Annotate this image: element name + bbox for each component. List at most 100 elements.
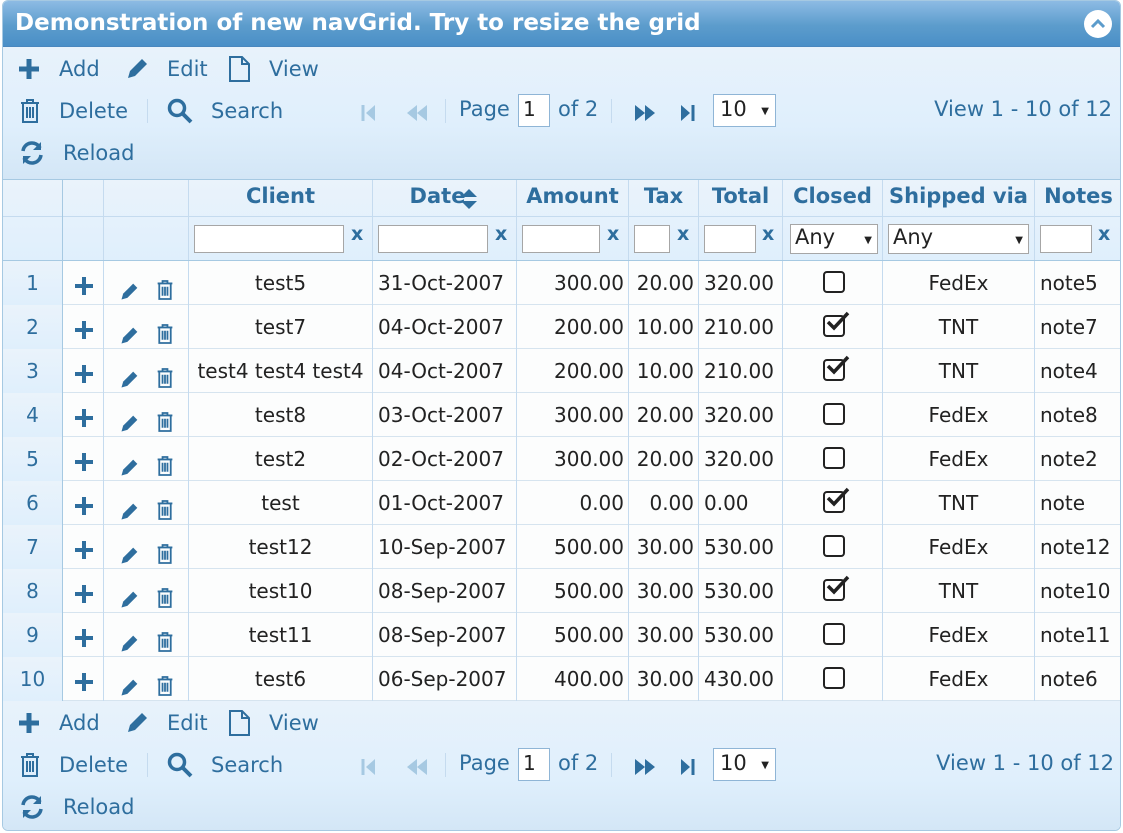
last-page-icon[interactable]	[679, 103, 695, 123]
delete-label: Delete	[59, 99, 128, 123]
edit-row-button[interactable]	[119, 405, 139, 437]
delete-row-button[interactable]	[156, 668, 174, 701]
search-button[interactable]: Search	[167, 93, 283, 129]
clear-filter-button[interactable]: x	[1098, 223, 1110, 245]
page-input[interactable]: 1	[518, 748, 550, 781]
edit-row-button[interactable]	[119, 273, 139, 305]
first-page-icon[interactable]	[361, 757, 377, 777]
clear-filter-button[interactable]: x	[607, 223, 619, 245]
shipped-filter-select[interactable]: Any ▼	[888, 224, 1029, 254]
amount-filter-input[interactable]	[522, 225, 600, 253]
delete-row-button[interactable]	[156, 360, 174, 393]
edit-row-button[interactable]	[119, 669, 139, 701]
edit-button[interactable]: Edit	[125, 705, 208, 741]
next-page-icon[interactable]	[633, 103, 657, 123]
collapse-button[interactable]	[1084, 10, 1112, 38]
delete-row-button[interactable]	[156, 272, 174, 305]
closed-filter-select[interactable]: Any ▼	[790, 224, 878, 254]
add-row-button[interactable]	[63, 481, 104, 525]
column-header-closed[interactable]: Closed Any ▼	[783, 180, 883, 260]
view-button[interactable]: View	[227, 705, 319, 741]
view-button[interactable]: View	[227, 51, 319, 87]
column-header-notes[interactable]: Notes x	[1035, 180, 1120, 260]
reload-button[interactable]: Reload	[19, 135, 134, 171]
table-row[interactable]: 2 test7 04-Oct-2007 200.00 10.00 210.00 TNT not…	[3, 305, 1120, 349]
edit-button[interactable]: Edit	[125, 51, 208, 87]
clear-filter-button[interactable]: x	[495, 223, 507, 245]
prev-page-icon[interactable]	[405, 103, 429, 123]
closed-checkbox[interactable]	[823, 403, 845, 425]
add-row-button[interactable]	[63, 613, 104, 657]
page-input[interactable]: 1	[518, 94, 550, 127]
delete-button[interactable]: Delete	[19, 747, 128, 783]
clear-filter-button[interactable]: x	[677, 223, 689, 245]
column-header-total[interactable]: Total x	[699, 180, 783, 260]
add-row-button[interactable]	[63, 349, 104, 393]
sort-icon[interactable]	[460, 188, 478, 210]
edit-row-button[interactable]	[119, 361, 139, 393]
delete-row-button[interactable]	[156, 316, 174, 349]
grid-title: Demonstration of new navGrid. Try to res…	[15, 10, 701, 36]
column-header-client[interactable]: Client x	[189, 180, 373, 260]
last-page-icon[interactable]	[679, 757, 695, 777]
add-row-button[interactable]	[63, 305, 104, 349]
first-page-icon[interactable]	[361, 103, 377, 123]
edit-row-button[interactable]	[119, 493, 139, 525]
table-row[interactable]: 4 test8 03-Oct-2007 300.00 20.00 320.00 FedEx n…	[3, 393, 1120, 437]
table-row[interactable]: 7 test12 10-Sep-2007 500.00 30.00 530.00 FedEx…	[3, 525, 1120, 569]
closed-checkbox[interactable]	[823, 535, 845, 557]
table-row[interactable]: 3 test4 test4 test4 04-Oct-2007 200.00 10.00…	[3, 349, 1120, 393]
clear-filter-button[interactable]: x	[762, 223, 774, 245]
client-filter-input[interactable]	[194, 225, 344, 253]
closed-checkbox[interactable]	[823, 447, 845, 469]
delete-row-button[interactable]	[156, 624, 174, 657]
delete-row-button[interactable]	[156, 492, 174, 525]
add-row-button[interactable]	[63, 657, 104, 701]
column-header-amount[interactable]: Amount x	[517, 180, 629, 260]
column-header-date[interactable]: Date x	[373, 180, 517, 260]
closed-checkbox[interactable]	[823, 575, 850, 601]
column-header-shipped[interactable]: Shipped via Any ▼	[883, 180, 1035, 260]
table-row[interactable]: 9 test11 08-Sep-2007 500.00 30.00 530.00 FedEx…	[3, 613, 1120, 657]
delete-row-button[interactable]	[156, 580, 174, 613]
add-row-button[interactable]	[63, 525, 104, 569]
clear-filter-button[interactable]: x	[351, 223, 363, 245]
tax-filter-input[interactable]	[634, 225, 670, 253]
add-button[interactable]: Add	[17, 705, 100, 741]
add-row-button[interactable]	[63, 437, 104, 481]
prev-page-icon[interactable]	[405, 757, 429, 777]
closed-checkbox[interactable]	[823, 667, 845, 689]
table-row[interactable]: 8 test10 08-Sep-2007 500.00 30.00 530.00 TNT no…	[3, 569, 1120, 613]
add-row-button[interactable]	[63, 569, 104, 613]
total-filter-input[interactable]	[704, 225, 756, 253]
edit-row-button[interactable]	[119, 449, 139, 481]
delete-row-button[interactable]	[156, 448, 174, 481]
search-button[interactable]: Search	[167, 747, 283, 783]
edit-row-button[interactable]	[119, 317, 139, 349]
add-row-button[interactable]	[63, 261, 104, 305]
reload-button[interactable]: Reload	[19, 789, 134, 825]
closed-checkbox[interactable]	[823, 623, 845, 645]
table-row[interactable]: 6 test 01-Oct-2007 0.00 0.00 0.00 TNT note	[3, 481, 1120, 525]
table-row[interactable]: 5 test2 02-Oct-2007 300.00 20.00 320.00 FedEx n…	[3, 437, 1120, 481]
rows-per-page-select[interactable]: 10 ▼	[713, 94, 776, 127]
closed-checkbox[interactable]	[823, 355, 850, 381]
edit-row-button[interactable]	[119, 581, 139, 613]
add-button[interactable]: Add	[17, 51, 100, 87]
date-filter-input[interactable]	[378, 225, 488, 253]
edit-row-button[interactable]	[119, 537, 139, 569]
delete-row-button[interactable]	[156, 404, 174, 437]
add-row-button[interactable]	[63, 393, 104, 437]
closed-checkbox[interactable]	[823, 311, 850, 337]
notes-filter-input[interactable]	[1040, 225, 1092, 253]
table-row[interactable]: 1 test5 31-Oct-2007 300.00 20.00 320.00 FedEx n…	[3, 261, 1120, 305]
delete-button[interactable]: Delete	[19, 93, 128, 129]
delete-row-button[interactable]	[156, 536, 174, 569]
edit-row-button[interactable]	[119, 625, 139, 657]
closed-checkbox[interactable]	[823, 271, 845, 293]
rows-per-page-select[interactable]: 10 ▼	[713, 748, 776, 781]
table-row[interactable]: 10 test6 06-Sep-2007 400.00 30.00 430.00 FedEx…	[3, 657, 1120, 701]
column-header-tax[interactable]: Tax x	[629, 180, 699, 260]
closed-checkbox[interactable]	[823, 487, 850, 513]
next-page-icon[interactable]	[633, 757, 657, 777]
